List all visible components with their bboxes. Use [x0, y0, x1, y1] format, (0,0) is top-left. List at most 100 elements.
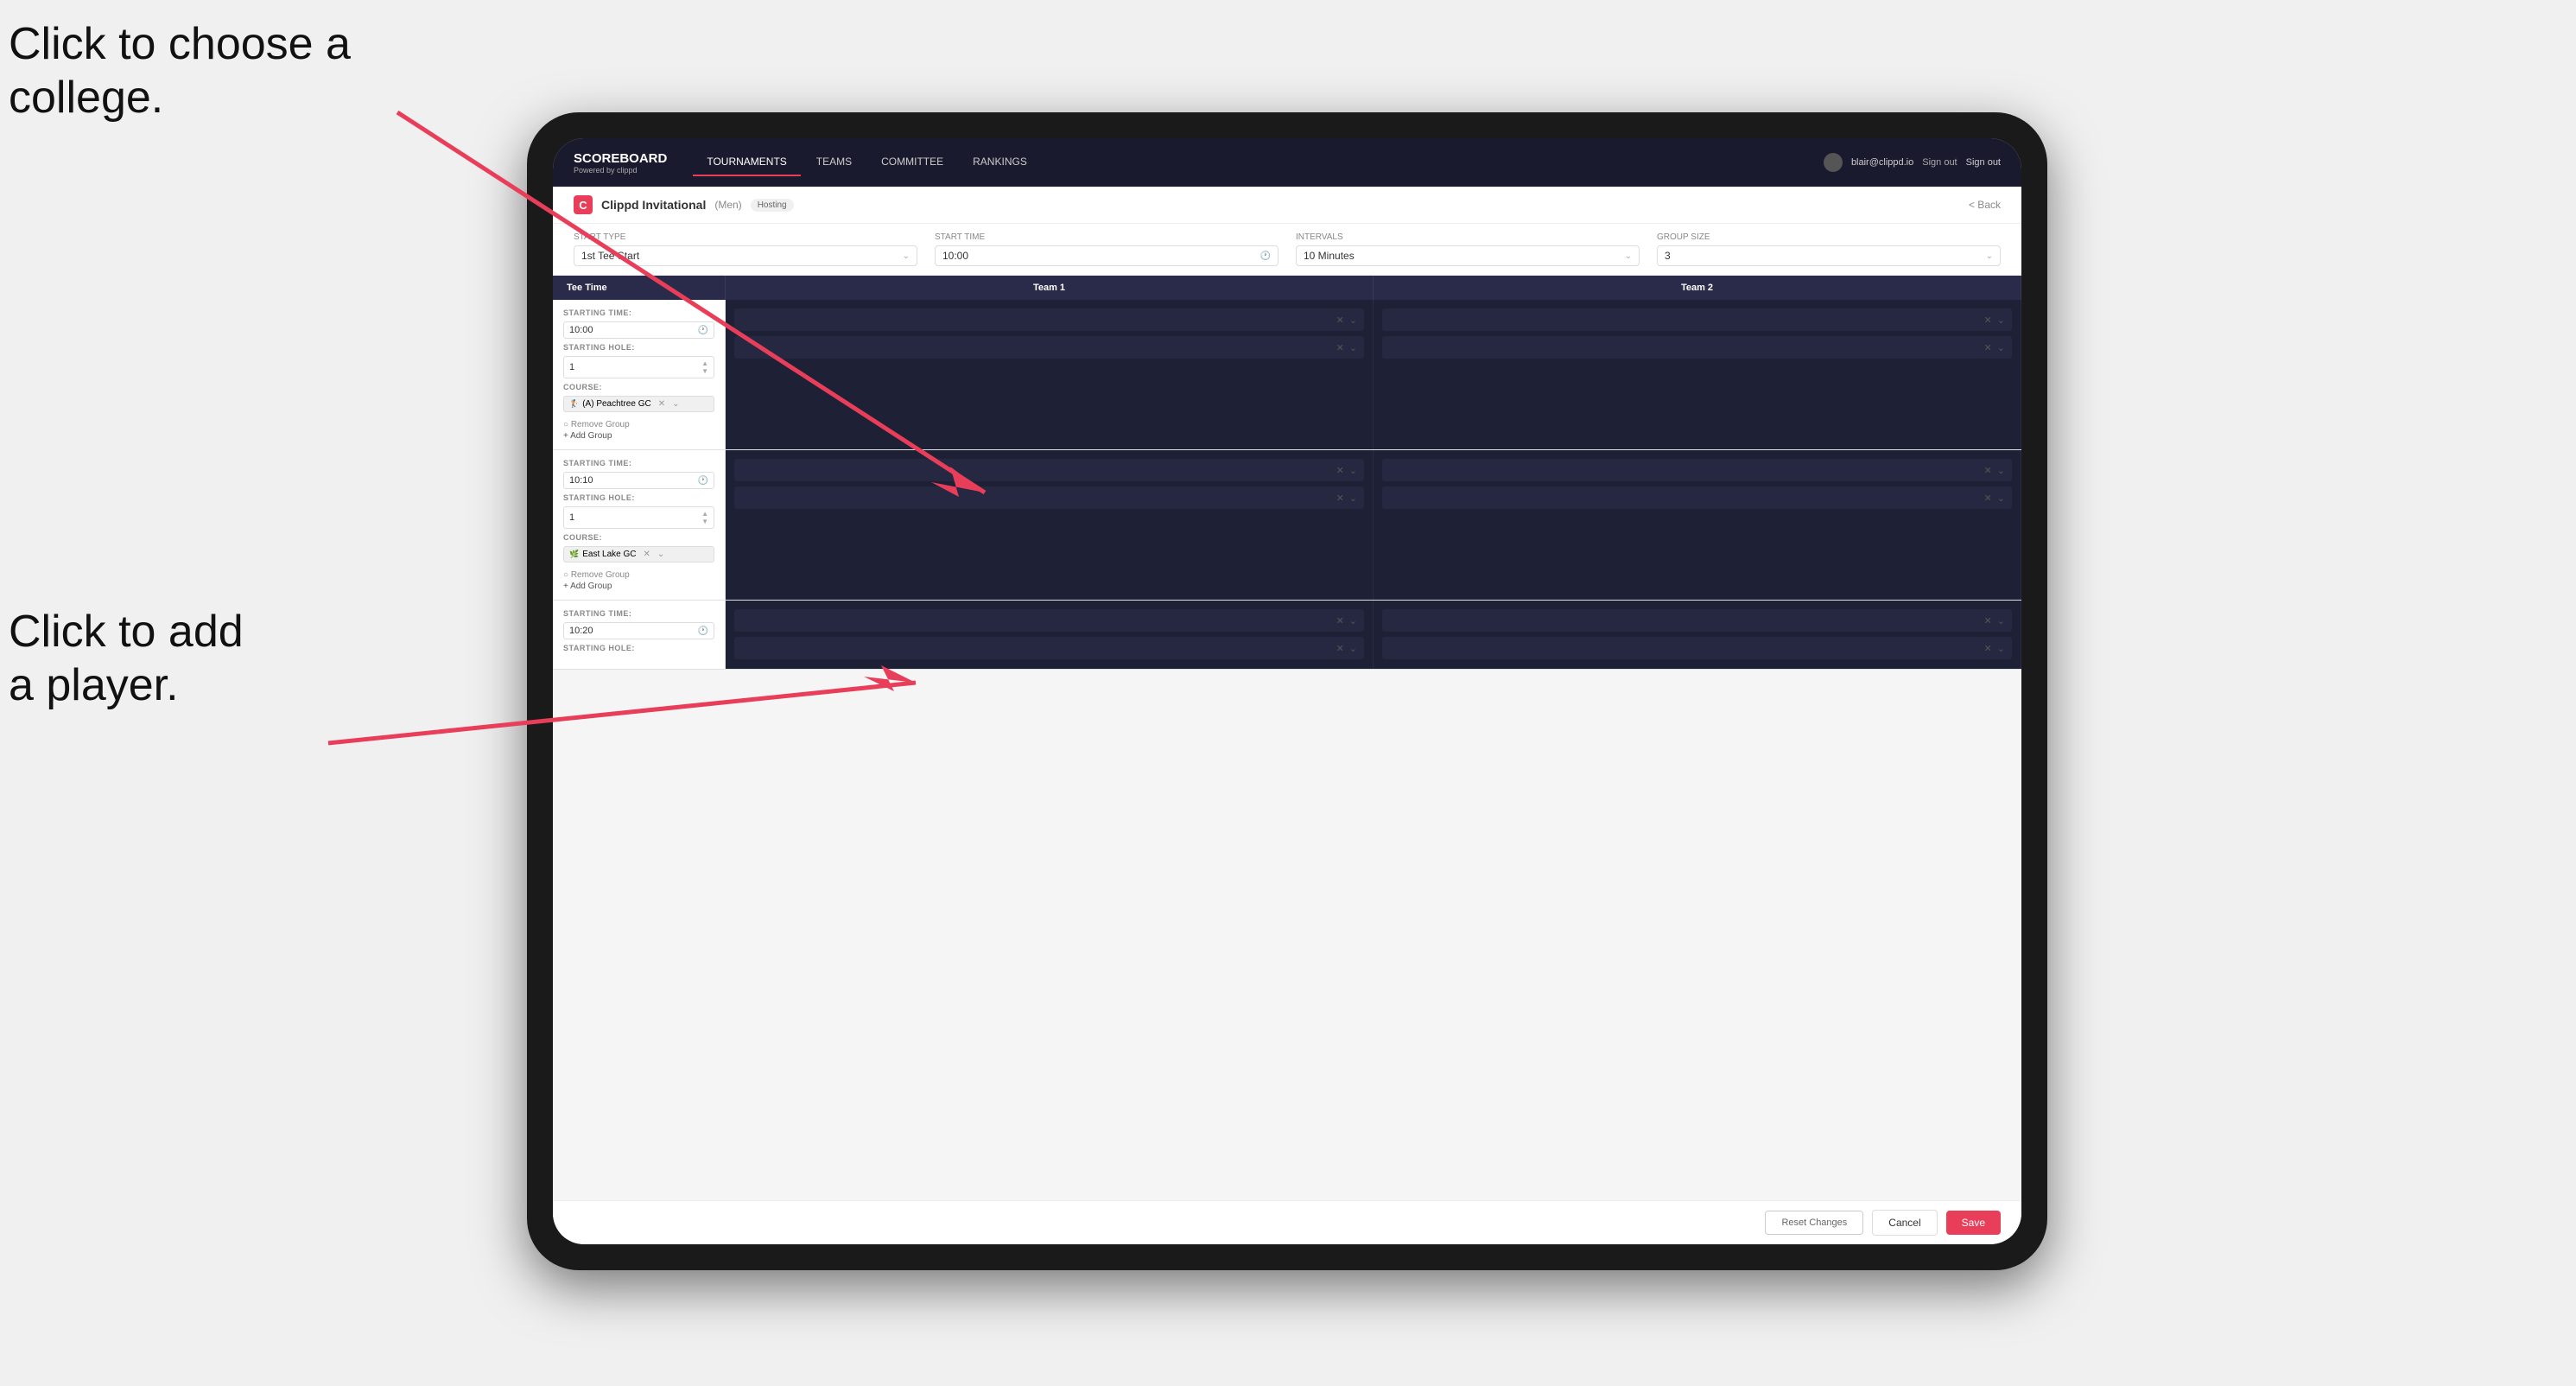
table-content: STARTING TIME: 10:00 🕐 STARTING HOLE: 1 …: [553, 300, 2021, 1200]
player-slot[interactable]: ✕ ⌄: [1382, 459, 2012, 481]
remove-group-link-1[interactable]: ○ Remove Group: [563, 420, 714, 429]
start-type-label: Start Type: [574, 232, 917, 242]
player-slot[interactable]: ✕ ⌄: [734, 336, 1364, 359]
add-group-link-2[interactable]: + Add Group: [563, 582, 714, 591]
player-slot[interactable]: ✕ ⌄: [1382, 308, 2012, 331]
x-icon: ✕: [1984, 342, 1992, 353]
clock-icon: 🕐: [698, 476, 708, 486]
chevron-icon: ⌄: [1349, 465, 1357, 476]
chevron-icon: ⌄: [1997, 615, 2005, 626]
starting-time-input-3[interactable]: 10:20 🕐: [563, 622, 714, 639]
nav-bar: SCOREBOARD Powered by clippd TOURNAMENTS…: [553, 138, 2021, 187]
intervals-group: Intervals 10 Minutes ⌄: [1296, 232, 1640, 266]
nav-tab-committee[interactable]: COMMITTEE: [867, 149, 957, 176]
page-title-area: C Clippd Invitational (Men) Hosting: [574, 195, 794, 214]
team1-cell-3: ✕ ⌄ ✕ ⌄: [726, 601, 1374, 669]
remove-group-link-2[interactable]: ○ Remove Group: [563, 570, 714, 580]
add-group-link-1[interactable]: + Add Group: [563, 431, 714, 441]
course-icon: 🌿: [569, 550, 579, 559]
x-icon: ✕: [1336, 615, 1344, 626]
starting-hole-label: STARTING HOLE:: [563, 343, 714, 352]
player-slot[interactable]: ✕ ⌄: [1382, 637, 2012, 659]
group-left-2: STARTING TIME: 10:10 🕐 STARTING HOLE: 1 …: [553, 450, 726, 600]
intervals-select[interactable]: 10 Minutes ⌄: [1296, 245, 1640, 266]
x-icon: ✕: [1984, 315, 1992, 326]
player-slot[interactable]: ✕ ⌄: [734, 459, 1364, 481]
intervals-label: Intervals: [1296, 232, 1640, 242]
annotation-bottom: Click to add a player.: [9, 605, 244, 713]
team1-header: Team 1: [726, 276, 1374, 300]
starting-hole-input-2[interactable]: 1 ▲▼: [563, 506, 714, 529]
remove-course-icon[interactable]: ✕: [658, 399, 665, 409]
starting-time-label: STARTING TIME:: [563, 459, 714, 467]
x-icon: ✕: [1984, 615, 1992, 626]
back-button[interactable]: < Back: [1969, 199, 2001, 211]
page-gender: (Men): [714, 199, 741, 211]
starting-hole-input-1[interactable]: 1 ▲▼: [563, 356, 714, 378]
starting-hole-label: STARTING HOLE:: [563, 493, 714, 502]
clock-icon: 🕐: [698, 626, 708, 636]
course-badge-2[interactable]: 🌿 East Lake GC ✕ ⌄: [563, 546, 714, 563]
group-left-3: STARTING TIME: 10:20 🕐 STARTING HOLE:: [553, 601, 726, 669]
nav-tab-rankings[interactable]: RANKINGS: [959, 149, 1041, 176]
team2-cell-2: ✕ ⌄ ✕ ⌄: [1374, 450, 2021, 600]
nav-tab-tournaments[interactable]: TOURNAMENTS: [693, 149, 800, 176]
player-slot[interactable]: ✕ ⌄: [1382, 609, 2012, 632]
action-links-2: ○ Remove Group + Add Group: [563, 570, 714, 591]
chevron-icon: ⌄: [1349, 342, 1357, 353]
x-icon: ✕: [1336, 643, 1344, 654]
avatar: [1824, 153, 1843, 172]
reset-changes-button[interactable]: Reset Changes: [1765, 1211, 1863, 1235]
chevron-icon: ⌄: [1349, 315, 1357, 326]
chevron-down-icon[interactable]: ⌄: [657, 550, 664, 559]
cancel-button[interactable]: Cancel: [1872, 1210, 1937, 1236]
chevron-icon: ⌄: [1997, 315, 2005, 326]
controls-bar: Start Type 1st Tee Start ⌄ Start Time 10…: [553, 224, 2021, 276]
chevron-icon: ⌄: [1349, 493, 1357, 504]
team2-header: Team 2: [1374, 276, 2021, 300]
player-slot[interactable]: ✕ ⌄: [734, 637, 1364, 659]
starting-time-label: STARTING TIME:: [563, 308, 714, 317]
chevron-icon: ⌄: [1997, 643, 2005, 654]
start-time-select[interactable]: 10:00 🕐: [935, 245, 1278, 266]
sign-out-text[interactable]: Sign out: [1966, 157, 2001, 168]
chevron-down-icon: ⌄: [903, 251, 910, 261]
player-slot[interactable]: ✕ ⌄: [734, 308, 1364, 331]
x-icon: ✕: [1336, 315, 1344, 326]
starting-time-input-1[interactable]: 10:00 🕐: [563, 321, 714, 339]
table-row: STARTING TIME: 10:20 🕐 STARTING HOLE: ✕ …: [553, 601, 2021, 670]
start-type-group: Start Type 1st Tee Start ⌄: [574, 232, 917, 266]
player-slot[interactable]: ✕ ⌄: [1382, 336, 2012, 359]
c-logo: C: [574, 195, 593, 214]
player-slot[interactable]: ✕ ⌄: [734, 486, 1364, 509]
stepper-arrows: ▲▼: [701, 510, 708, 525]
start-type-select[interactable]: 1st Tee Start ⌄: [574, 245, 917, 266]
stepper-arrows: ▲▼: [701, 359, 708, 375]
sign-out-link[interactable]: Sign out: [1922, 157, 1957, 168]
clock-icon: 🕐: [1260, 251, 1271, 261]
table-header: Tee Time Team 1 Team 2: [553, 276, 2021, 300]
course-badge-1[interactable]: 🏌 (A) Peachtree GC ✕ ⌄: [563, 396, 714, 412]
player-slot[interactable]: ✕ ⌄: [1382, 486, 2012, 509]
course-label: COURSE:: [563, 383, 714, 391]
group-size-select[interactable]: 3 ⌄: [1657, 245, 2001, 266]
starting-time-label: STARTING TIME:: [563, 609, 714, 618]
chevron-down-icon[interactable]: ⌄: [672, 399, 679, 409]
team1-cell-1: ✕ ⌄ ✕ ⌄: [726, 300, 1374, 449]
page-footer: Reset Changes Cancel Save: [553, 1200, 2021, 1244]
save-button[interactable]: Save: [1946, 1211, 2001, 1235]
starting-time-input-2[interactable]: 10:10 🕐: [563, 472, 714, 489]
chevron-icon: ⌄: [1349, 615, 1357, 626]
team1-cell-2: ✕ ⌄ ✕ ⌄: [726, 450, 1374, 600]
x-icon: ✕: [1984, 643, 1992, 654]
course-icon: 🏌: [569, 399, 579, 409]
group-size-group: Group Size 3 ⌄: [1657, 232, 2001, 266]
chevron-down-icon: ⌄: [1986, 251, 1993, 261]
x-icon: ✕: [1984, 465, 1992, 476]
nav-tab-teams[interactable]: TEAMS: [803, 149, 866, 176]
action-links-1: ○ Remove Group + Add Group: [563, 420, 714, 441]
player-slot[interactable]: ✕ ⌄: [734, 609, 1364, 632]
page-header: C Clippd Invitational (Men) Hosting < Ba…: [553, 187, 2021, 224]
hosting-badge: Hosting: [751, 199, 794, 212]
remove-course-icon[interactable]: ✕: [643, 550, 650, 559]
